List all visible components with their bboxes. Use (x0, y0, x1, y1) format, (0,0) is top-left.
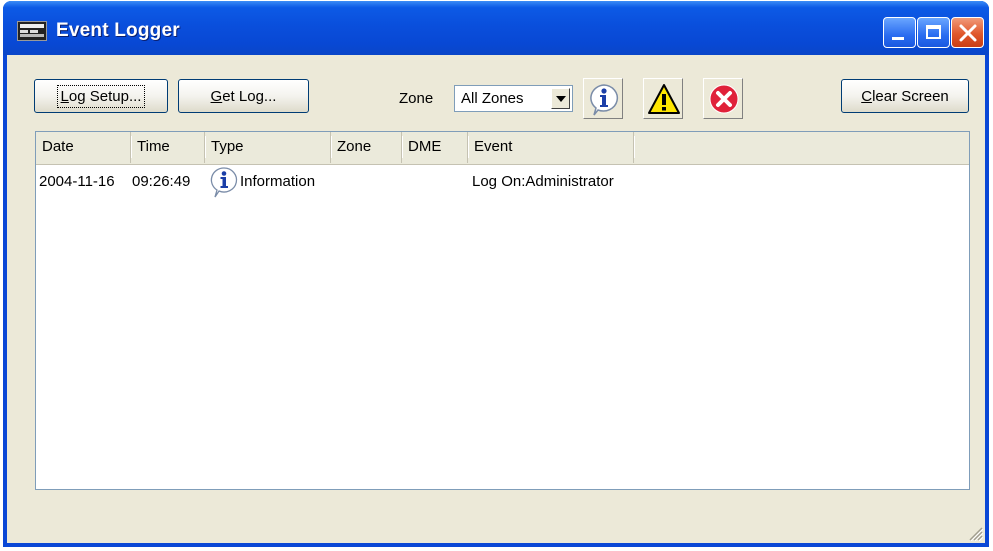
window-title: Event Logger (56, 20, 180, 41)
table-row[interactable]: 2004-11-16 09:26:49 Information Log On:A… (36, 164, 969, 200)
log-setup-label: Log Setup... (56, 84, 146, 108)
minimize-button[interactable] (883, 17, 916, 48)
filter-warning-button[interactable] (643, 78, 683, 119)
event-logger-window: Event Logger Log Setup... Get Log... Zon… (3, 1, 989, 547)
column-dme[interactable]: DME (402, 132, 469, 163)
dme-app-icon[interactable] (17, 21, 47, 41)
column-event[interactable]: Event (468, 132, 635, 163)
client-area: Log Setup... Get Log... Zone All Zones C… (7, 55, 985, 543)
close-button[interactable] (951, 17, 984, 48)
list-header: Date Time Type Zone DME Event (36, 132, 969, 165)
title-bar[interactable]: Event Logger (3, 1, 989, 55)
information-icon (590, 84, 619, 116)
filter-error-button[interactable] (703, 78, 743, 119)
zone-select-value: All Zones (461, 90, 524, 107)
clear-screen-button[interactable]: Clear Screen (841, 79, 969, 113)
close-icon (959, 24, 977, 42)
cell-date: 2004-11-16 (39, 173, 115, 190)
resize-grip-icon[interactable] (967, 525, 983, 541)
warning-icon (648, 84, 680, 114)
column-type[interactable]: Type (205, 132, 332, 163)
zone-label: Zone (399, 90, 434, 107)
event-list[interactable]: Date Time Type Zone DME Event 2004-11-16… (35, 131, 970, 490)
get-log-label: Get Log... (210, 87, 277, 105)
column-date[interactable]: Date (36, 132, 132, 163)
error-icon (709, 84, 739, 114)
zone-select[interactable]: All Zones (454, 85, 573, 112)
column-zone[interactable]: Zone (331, 132, 403, 163)
cell-event: Log On:Administrator (472, 173, 614, 190)
information-icon (210, 167, 238, 198)
filter-information-button[interactable] (583, 78, 623, 119)
log-setup-button[interactable]: Log Setup... (34, 79, 168, 113)
maximize-icon (926, 25, 941, 39)
column-time[interactable]: Time (131, 132, 206, 163)
get-log-button[interactable]: Get Log... (178, 79, 309, 113)
clear-screen-label: Clear Screen (861, 87, 949, 105)
cell-time: 09:26:49 (132, 173, 191, 190)
chevron-down-icon[interactable] (551, 88, 570, 109)
minimize-icon (892, 37, 904, 40)
status-bar (7, 507, 985, 543)
cell-type: Information (240, 173, 316, 190)
maximize-button[interactable] (917, 17, 950, 48)
